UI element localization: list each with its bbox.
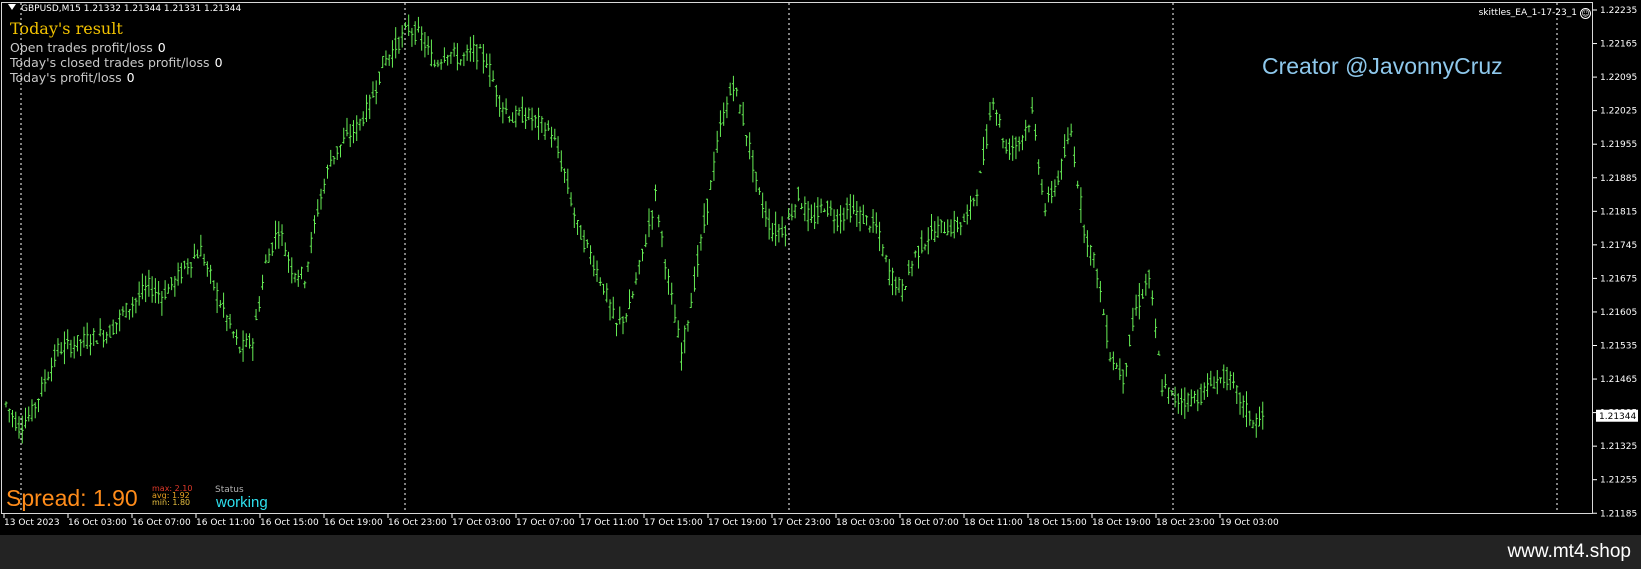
price-chart[interactable]: 1.22235 1.22165 1.22095 1.22025 1.21955 1.218…: [0, 0, 1641, 535]
todays-pl-value: 0: [126, 70, 135, 85]
chevron-down-icon[interactable]: [8, 4, 16, 10]
smiley-icon[interactable]: ☺: [1580, 8, 1591, 19]
x-tick-label: 16 Oct 07:00: [132, 518, 191, 528]
x-tick-label: 13 Oct 2023: [4, 518, 60, 528]
x-tick-label: 16 Oct 03:00: [68, 518, 127, 528]
result-panel-title: Today's result: [10, 19, 123, 38]
todays-pl-label: Today's profit/loss: [10, 70, 122, 85]
x-tick-label: 16 Oct 19:00: [324, 518, 383, 528]
y-tick-label: 1.21885: [1600, 174, 1637, 184]
x-tick-label: 19 Oct 03:00: [1220, 518, 1279, 528]
y-tick-label: 1.22095: [1600, 73, 1637, 83]
y-tick-label: 1.21955: [1600, 140, 1637, 150]
footer-url[interactable]: www.mt4.shop: [1507, 541, 1631, 563]
creator-text: Creator @JavonnyCruz: [1262, 53, 1503, 79]
x-tick-label: 17 Oct 19:00: [708, 518, 767, 528]
closed-trades-pl: Today's closed trades profit/loss 0: [10, 55, 223, 70]
x-tick-label: 16 Oct 11:00: [196, 518, 255, 528]
x-tick-label: 16 Oct 15:00: [260, 518, 319, 528]
x-tick-label: 17 Oct 23:00: [772, 518, 831, 528]
x-tick-label: 18 Oct 11:00: [964, 518, 1023, 528]
symbol-info[interactable]: GBPUSD,M15 1.21332 1.21344 1.21331 1.213…: [8, 4, 241, 14]
open-trades-pl: Open trades profit/loss 0: [10, 40, 166, 55]
y-tick-label: 1.21185: [1600, 509, 1637, 519]
x-tick-label: 18 Oct 23:00: [1156, 518, 1215, 528]
todays-pl: Today's profit/loss 0: [10, 70, 135, 85]
closed-trades-pl-label: Today's closed trades profit/loss: [10, 55, 210, 70]
y-tick-label: 1.21255: [1600, 476, 1637, 486]
y-tick-label: 1.21465: [1600, 375, 1637, 385]
y-tick-label: 1.21535: [1600, 342, 1637, 352]
symbol-info-text: GBPUSD,M15 1.21332 1.21344 1.21331 1.213…: [21, 4, 242, 14]
x-tick-label: 17 Oct 15:00: [644, 518, 703, 528]
y-tick-label: 1.22025: [1600, 107, 1637, 117]
closed-trades-pl-value: 0: [214, 55, 223, 70]
spread-min: min: 1.80: [152, 498, 191, 507]
open-trades-pl-value: 0: [157, 40, 166, 55]
current-price-label: 1.21344: [1599, 412, 1636, 422]
x-tick-label: 17 Oct 07:00: [516, 518, 575, 528]
y-tick-label: 1.22165: [1600, 40, 1637, 50]
chart-window[interactable]: 1.22235 1.22165 1.22095 1.22025 1.21955 1.218…: [0, 0, 1641, 535]
y-tick-label: 1.21605: [1600, 308, 1637, 318]
status-value: working: [216, 494, 268, 511]
y-tick-label: 1.22235: [1600, 6, 1637, 16]
x-tick-label: 18 Oct 15:00: [1028, 518, 1087, 528]
y-tick-label: 1.21815: [1600, 207, 1637, 217]
open-trades-pl-label: Open trades profit/loss: [10, 40, 153, 55]
y-tick-label: 1.21325: [1600, 442, 1637, 452]
x-tick-label: 18 Oct 19:00: [1092, 518, 1151, 528]
x-tick-label: 18 Oct 03:00: [836, 518, 895, 528]
spread-value: Spread: 1.90: [6, 485, 138, 511]
x-tick-label: 16 Oct 23:00: [388, 518, 447, 528]
x-tick-label: 17 Oct 03:00: [452, 518, 511, 528]
x-tick-label: 18 Oct 07:00: [900, 518, 959, 528]
x-tick-label: 17 Oct 11:00: [580, 518, 639, 528]
y-tick-label: 1.21745: [1600, 241, 1637, 251]
y-tick-label: 1.21675: [1600, 274, 1637, 284]
expert-advisor-label[interactable]: skittles_EA_1-17-23_1: [1479, 8, 1577, 18]
